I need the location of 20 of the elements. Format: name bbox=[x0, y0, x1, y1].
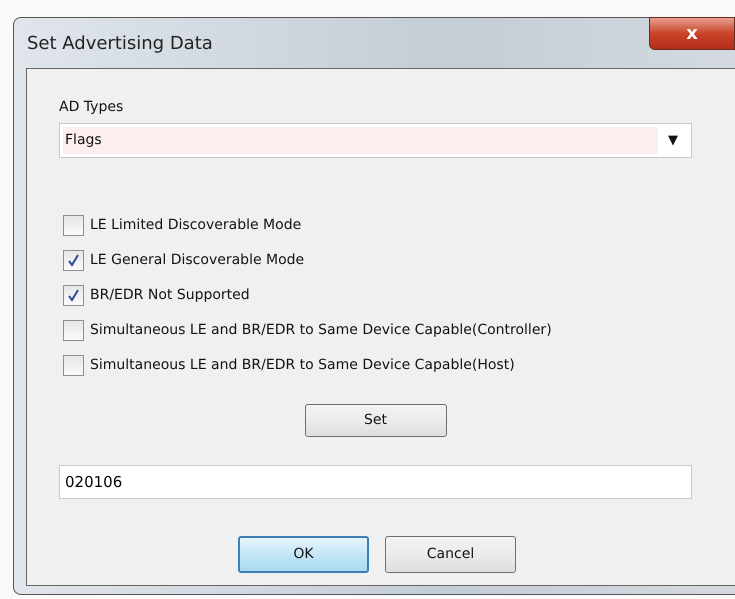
checkbox[interactable] bbox=[63, 250, 84, 270]
window-title: Set Advertising Data bbox=[27, 32, 213, 56]
checkbox-label: BR/EDR Not Supported bbox=[90, 286, 250, 304]
checkbox-label: LE General Discoverable Mode bbox=[90, 250, 304, 270]
data-field[interactable]: 020106 bbox=[59, 465, 692, 499]
check-icon bbox=[67, 254, 80, 266]
ok-button[interactable]: OK bbox=[238, 536, 369, 573]
field-label: AD Types bbox=[59, 98, 124, 117]
ad-types-dropdown[interactable]: Flags ▼ bbox=[59, 123, 692, 158]
checkbox[interactable] bbox=[63, 214, 84, 236]
cancel-button[interactable]: Cancel bbox=[385, 536, 516, 573]
set-button[interactable]: Set bbox=[304, 404, 446, 437]
checkbox[interactable] bbox=[63, 284, 84, 306]
checkbox-label: Simultaneous LE and BR/EDR to Same Device Capable(Controller) bbox=[90, 320, 552, 340]
check-icon bbox=[67, 288, 80, 302]
checkbox[interactable] bbox=[63, 320, 84, 340]
close-button[interactable]: x bbox=[649, 17, 735, 50]
checkbox-label: LE Limited Discoverable Mode bbox=[90, 216, 302, 234]
checkbox[interactable] bbox=[63, 354, 84, 376]
checkbox-label: Simultaneous LE and BR/EDR to Same Device Capable(Host) bbox=[90, 356, 515, 374]
